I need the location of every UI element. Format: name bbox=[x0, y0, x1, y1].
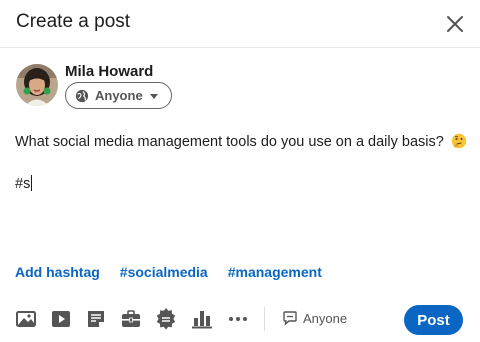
poll-icon bbox=[192, 311, 212, 329]
modal-title: Create a post bbox=[16, 11, 131, 32]
photo-icon bbox=[16, 311, 36, 327]
post-text[interactable]: What social media management tools do yo… bbox=[15, 133, 470, 151]
add-photo-button[interactable] bbox=[15, 308, 37, 330]
globe-icon bbox=[75, 89, 89, 102]
audience-label: Anyone bbox=[95, 88, 143, 103]
post-button[interactable]: Post bbox=[404, 305, 463, 335]
celebrate-icon bbox=[156, 308, 176, 330]
author-name: Mila Howard bbox=[65, 63, 154, 80]
more-icon bbox=[229, 317, 247, 321]
celebrate-button[interactable] bbox=[155, 308, 177, 330]
add-video-button[interactable] bbox=[50, 308, 72, 330]
share-job-button[interactable] bbox=[120, 308, 142, 330]
hashtag-input-text: #s bbox=[15, 176, 31, 192]
avatar-photo bbox=[16, 64, 58, 106]
caret-down-icon bbox=[149, 93, 158, 99]
more-options-button[interactable] bbox=[227, 308, 249, 330]
document-icon bbox=[88, 311, 104, 327]
video-icon bbox=[52, 311, 70, 327]
close-button[interactable] bbox=[442, 11, 468, 37]
job-icon bbox=[122, 310, 140, 327]
add-hashtag-button[interactable]: Add hashtag bbox=[15, 264, 100, 280]
avatar bbox=[16, 64, 58, 106]
modal-header: Create a post bbox=[0, 0, 480, 48]
hashtag-suggestion-socialmedia[interactable]: #socialmedia bbox=[120, 264, 208, 280]
hashtag-row: Add hashtag #socialmedia #management bbox=[15, 264, 322, 280]
comment-control-label: Anyone bbox=[303, 310, 348, 326]
comment-icon bbox=[283, 311, 297, 326]
post-body-text: What social media management tools do yo… bbox=[15, 134, 444, 150]
create-poll-button[interactable] bbox=[191, 308, 213, 330]
post-toolbar: Anyone Post bbox=[0, 302, 480, 336]
comment-control-button[interactable]: Anyone bbox=[282, 310, 347, 326]
audience-selector-button[interactable]: Anyone bbox=[65, 82, 172, 109]
thinking-face-emoji-icon bbox=[451, 133, 467, 149]
hashtag-suggestion-management[interactable]: #management bbox=[228, 264, 322, 280]
add-document-button[interactable] bbox=[85, 308, 107, 330]
toolbar-divider bbox=[264, 307, 265, 331]
hashtag-input[interactable]: #s bbox=[15, 175, 33, 192]
text-cursor bbox=[31, 175, 33, 191]
close-icon bbox=[447, 16, 463, 32]
